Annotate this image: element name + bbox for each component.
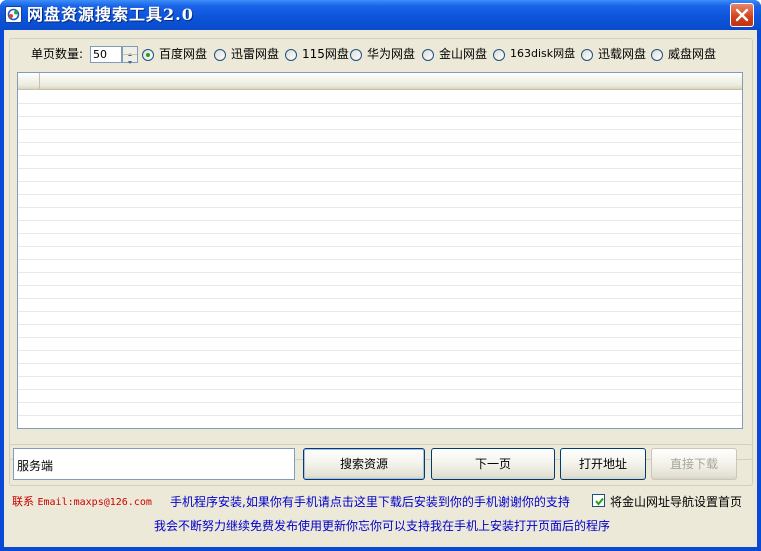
results-list[interactable] (17, 72, 743, 429)
contact-email: Email:maxps@126.com (37, 497, 152, 508)
stepper-down-icon[interactable] (123, 54, 137, 64)
radio-label-weipan[interactable]: 威盘网盘 (668, 47, 716, 61)
window-title: 网盘资源搜索工具2.0 (27, 5, 194, 24)
table-row (18, 156, 742, 169)
radio-label-huawei[interactable]: 华为网盘 (367, 47, 415, 61)
checkmark-icon (595, 497, 604, 506)
stepper-up-icon[interactable] (123, 47, 137, 56)
close-button[interactable] (730, 3, 754, 27)
client-area: 单页数量: 50 百度网盘 迅雷网盘 115网盘 华为网盘 金山网盘 163di… (4, 30, 757, 547)
contact-label: 联系 (12, 495, 34, 508)
radio-label-xunlei[interactable]: 迅雷网盘 (231, 47, 279, 61)
contact-info: 联系 Email:maxps@126.com (12, 493, 152, 509)
page-count-input[interactable]: 50 (90, 46, 122, 63)
radio-label-jinshan[interactable]: 金山网盘 (439, 47, 487, 61)
table-row (18, 312, 742, 325)
radio-jinshan[interactable] (422, 49, 434, 61)
page-count-label: 单页数量: (31, 47, 84, 61)
radio-xunlei[interactable] (214, 49, 226, 61)
title-bar[interactable]: 网盘资源搜索工具2.0 (0, 0, 761, 30)
app-icon[interactable] (5, 6, 22, 23)
table-row (18, 169, 742, 182)
table-row (18, 390, 742, 403)
radio-label-115[interactable]: 115网盘 (302, 47, 349, 61)
table-row (18, 338, 742, 351)
next-page-button[interactable]: 下一页 (431, 448, 555, 480)
table-row (18, 403, 742, 416)
direct-download-button[interactable]: 直接下载 (651, 448, 737, 480)
radio-label-baidu[interactable]: 百度网盘 (159, 47, 207, 61)
table-row (18, 351, 742, 364)
close-icon (735, 8, 749, 22)
search-input[interactable]: 服务端 (13, 448, 295, 480)
results-list-header[interactable] (18, 73, 742, 90)
table-row (18, 325, 742, 338)
radio-115[interactable] (285, 49, 297, 61)
radio-huawei[interactable] (350, 49, 362, 61)
table-row (18, 247, 742, 260)
radio-weipan[interactable] (651, 49, 663, 61)
table-row (18, 299, 742, 312)
table-row (18, 416, 742, 428)
results-list-column[interactable] (18, 73, 40, 90)
table-row (18, 143, 742, 156)
table-row (18, 130, 742, 143)
radio-baidu[interactable] (142, 49, 154, 61)
table-row (18, 286, 742, 299)
radio-label-xunzai[interactable]: 迅载网盘 (598, 47, 646, 61)
table-row (18, 195, 742, 208)
homepage-checkbox-label[interactable]: 将金山网址导航设置首页 (610, 493, 742, 510)
radio-163disk[interactable] (493, 49, 505, 61)
table-row (18, 221, 742, 234)
table-row (18, 104, 742, 117)
table-row (18, 377, 742, 390)
support-info-text: 我会不断努力继续免费发布使用更新你忘你可以支持我在手机上安装打开页面后的程序 (154, 519, 611, 533)
search-button[interactable]: 搜索资源 (303, 448, 425, 480)
table-row (18, 364, 742, 377)
table-row (18, 117, 742, 130)
table-row (18, 273, 742, 286)
open-address-button[interactable]: 打开地址 (560, 448, 646, 480)
table-row (18, 208, 742, 221)
radio-label-163disk[interactable]: 163disk网盘 (510, 47, 575, 61)
homepage-checkbox[interactable] (592, 494, 605, 507)
mobile-install-link[interactable]: 手机程序安装,如果你有手机请点击这里下载后安装到你的手机谢谢你的支持 (170, 493, 570, 510)
table-row (18, 91, 742, 104)
radio-xunzai[interactable] (581, 49, 593, 61)
page-count-stepper[interactable] (122, 46, 138, 64)
table-row (18, 182, 742, 195)
table-row (18, 234, 742, 247)
app-window: 网盘资源搜索工具2.0 单页数量: 50 百度网盘 迅雷网盘 115网盘 华为网… (0, 0, 761, 551)
table-row (18, 260, 742, 273)
